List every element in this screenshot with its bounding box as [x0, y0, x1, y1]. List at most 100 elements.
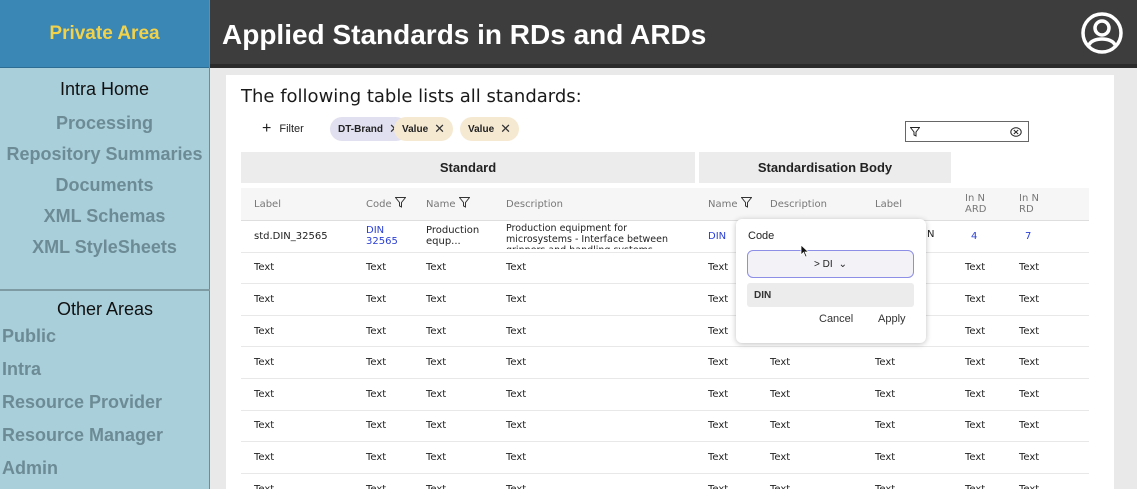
- standards-table: Label Code Name Description Name Descrip…: [241, 188, 1089, 489]
- cell-description: Text: [506, 474, 686, 489]
- hidden-cell-fragment: N: [927, 229, 935, 240]
- column-header-text: Code: [366, 198, 392, 210]
- table-row[interactable]: TextTextTextTextTextTextTextTextText: [241, 379, 1089, 411]
- filter-search-input[interactable]: [905, 121, 1029, 142]
- table-row[interactable]: TextTextTextTextTextTextTextTextText: [241, 347, 1089, 379]
- sidebar-item-intra-home[interactable]: Intra Home: [0, 78, 209, 100]
- area-header[interactable]: Private Area: [0, 0, 209, 68]
- table-row[interactable]: TextTextTextTextTextTextTextTextText: [241, 474, 1089, 489]
- chip-label: Value: [402, 123, 429, 135]
- column-header-text: Name: [708, 198, 738, 210]
- cell-in-n-ard: Text: [965, 474, 995, 489]
- page-title: Applied Standards in RDs and ARDs: [222, 19, 707, 50]
- column-header-body-name[interactable]: Name: [708, 188, 753, 220]
- sidebar-item-documents[interactable]: Documents: [0, 170, 209, 201]
- cell-description: Text: [506, 357, 527, 369]
- cell-name: Text: [426, 474, 491, 489]
- table-row[interactable]: TextTextTextTextTextTextTextTextText: [241, 253, 1089, 285]
- table-row[interactable]: TextTextTextTextTextTextTextTextText: [241, 411, 1089, 443]
- clear-icon[interactable]: [1010, 126, 1022, 137]
- cell-in-n-rd: Text: [1019, 325, 1040, 337]
- cell-body-label: Text: [875, 451, 896, 463]
- cell-description: Production equipment for microsystems - …: [506, 223, 669, 249]
- cell-in-n-rd: Text: [1019, 451, 1040, 463]
- column-header-label[interactable]: Label: [254, 188, 354, 220]
- add-filter-label: Filter: [279, 123, 304, 135]
- sidebar-item-admin[interactable]: Admin: [0, 452, 210, 485]
- cell-label: Text: [254, 388, 275, 400]
- cell-in-n-rd: Text: [1019, 293, 1040, 305]
- cell-body-name: Text: [708, 474, 753, 489]
- sidebar-item-resource-provider[interactable]: Resource Provider: [0, 386, 210, 419]
- column-header-in-n-ard[interactable]: In N ARD: [965, 188, 995, 220]
- cell-code: Text: [366, 451, 387, 463]
- cell-description: Text: [506, 388, 527, 400]
- funnel-icon[interactable]: [457, 197, 471, 211]
- table-row[interactable]: std.DIN_32565 DIN 32565 Production equp.…: [241, 221, 1089, 253]
- cell-code-link[interactable]: DIN 32565: [366, 221, 416, 252]
- filter-chip-value[interactable]: Value ✕: [460, 117, 520, 141]
- cell-label: Text: [254, 420, 275, 432]
- mouse-cursor-icon: [800, 243, 810, 262]
- funnel-icon[interactable]: [739, 197, 753, 211]
- cell-name: Text: [426, 325, 447, 337]
- cell-body-label: Text: [875, 474, 935, 489]
- sidebar-item-processing[interactable]: Processing: [0, 108, 209, 139]
- cell-code: Text: [366, 325, 387, 337]
- cell-body-name: Text: [708, 451, 729, 463]
- funnel-icon: [910, 126, 920, 137]
- cell-body-description: Text: [770, 388, 791, 400]
- cell-in-n-ard-link[interactable]: 4: [965, 221, 995, 252]
- cell-description: Text: [506, 325, 527, 337]
- code-option[interactable]: DIN: [747, 283, 914, 307]
- cell-code: Text: [366, 357, 387, 369]
- column-header-name[interactable]: Name: [426, 188, 491, 220]
- cell-in-n-rd: Text: [1019, 262, 1040, 274]
- column-header-body-description[interactable]: Description: [770, 188, 850, 220]
- popup-title: Code: [748, 230, 775, 242]
- chip-label: Value: [468, 123, 495, 135]
- user-circle-icon[interactable]: [1080, 11, 1124, 55]
- filter-chip-value[interactable]: Value ✕: [394, 117, 454, 141]
- sidebar-item-intra[interactable]: Intra: [0, 353, 210, 386]
- funnel-icon[interactable]: [394, 197, 407, 211]
- cell-name: Text: [426, 420, 447, 432]
- cancel-button[interactable]: Cancel: [819, 313, 853, 325]
- sidebar-item-resource-manager[interactable]: Resource Manager: [0, 419, 210, 452]
- cell-in-n-ard: Text: [965, 262, 986, 274]
- cell-body-name: Text: [708, 420, 729, 432]
- cell-body-description: Text: [770, 420, 791, 432]
- add-filter-button[interactable]: + Filter: [262, 118, 304, 140]
- area-title: Private Area: [49, 22, 160, 44]
- sidebar-item-xml-schemas[interactable]: XML Schemas: [0, 201, 209, 232]
- column-header-description[interactable]: Description: [506, 188, 686, 220]
- cell-body-description: Text: [770, 357, 791, 369]
- table-row[interactable]: TextTextTextTextTextTextTextTextText: [241, 442, 1089, 474]
- sidebar-item-xml-stylesheets[interactable]: XML StyleSheets: [0, 232, 209, 263]
- close-icon[interactable]: ✕: [434, 121, 445, 137]
- cell-name: Text: [426, 451, 447, 463]
- sidebar-item-public[interactable]: Public: [0, 320, 210, 353]
- code-filter-select[interactable]: > DI ⌄: [747, 250, 914, 278]
- select-value: > DI: [813, 258, 833, 270]
- sidebar-item-repository-summaries[interactable]: Repository Summaries: [0, 139, 209, 170]
- close-icon[interactable]: ✕: [500, 121, 511, 137]
- cell-in-n-rd-link[interactable]: 7: [1019, 221, 1049, 252]
- cell-in-n-ard: Text: [965, 325, 986, 337]
- sidebar-divider: [0, 289, 210, 291]
- column-header-code[interactable]: Code: [366, 188, 416, 220]
- column-header-body-label[interactable]: Label: [875, 188, 935, 220]
- cell-description: Text: [506, 420, 527, 432]
- cell-description: Text: [506, 451, 527, 463]
- cell-description: Text: [506, 293, 527, 305]
- chip-label: DT-Brand: [338, 123, 383, 135]
- cell-in-n-rd: Text: [1019, 420, 1040, 432]
- table-row[interactable]: TextTextTextTextTextTextTextTextText: [241, 284, 1089, 316]
- group-header-standard: Standard: [241, 152, 695, 183]
- cell-body-description: Text: [770, 474, 850, 489]
- apply-button[interactable]: Apply: [878, 313, 906, 325]
- cell-in-n-rd: Text: [1019, 474, 1049, 489]
- cell-code: Text: [366, 420, 387, 432]
- column-header-in-n-rd[interactable]: In N RD: [1019, 188, 1049, 220]
- table-row[interactable]: TextTextTextTextTextTextTextTextText: [241, 316, 1089, 348]
